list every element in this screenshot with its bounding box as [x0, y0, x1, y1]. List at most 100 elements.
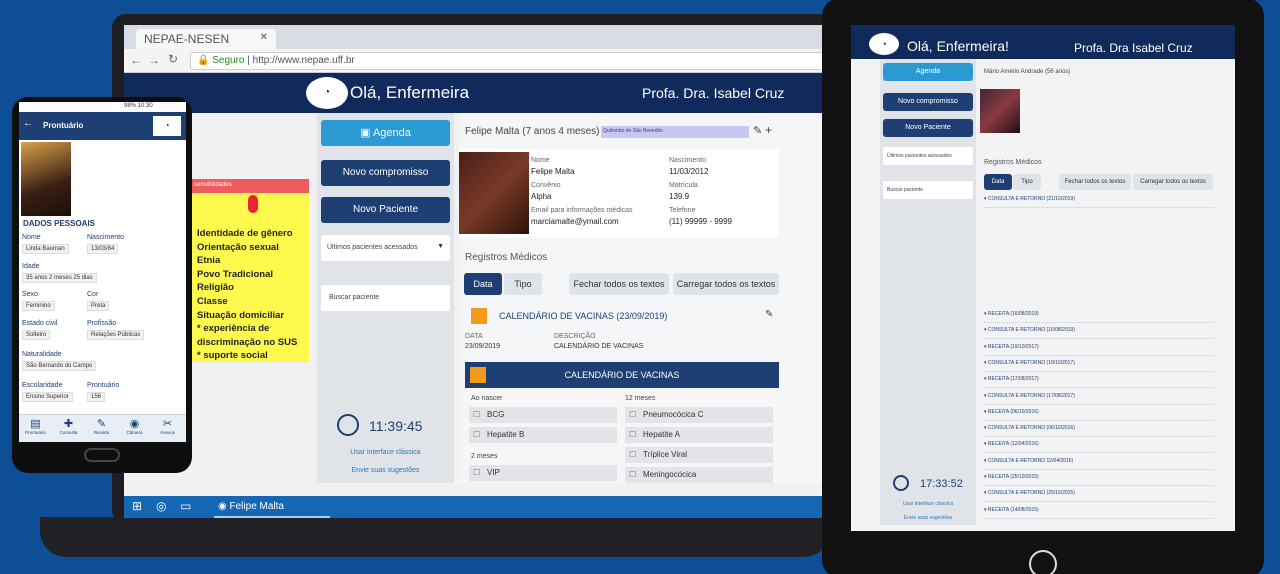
plus-icon[interactable]: +	[765, 123, 772, 137]
tablet-patient-title: Mário Amério Andrade (56 anos)	[984, 69, 1071, 75]
desc-label: DESCRIÇÃO	[554, 333, 596, 340]
vaccine-item[interactable]: ☐ Hepatite A	[625, 427, 773, 443]
record-label: RECEITA (16/08/2019)	[987, 311, 1039, 317]
record-row[interactable]: ▾ RECEITA (25/10/2015)	[984, 474, 1214, 486]
taskbar-app[interactable]: ◉ Felipe Malta	[214, 496, 330, 518]
tablet-search-input[interactable]: Buscar paciente	[883, 181, 973, 199]
back-icon[interactable]: ←	[130, 53, 142, 67]
nav-item-2[interactable]: ✎ Receita	[85, 417, 118, 435]
tab-type[interactable]: Tipo	[504, 273, 542, 295]
tablet-new-patient[interactable]: Novo Paciente	[883, 119, 973, 137]
tablet-agenda-button[interactable]: Agenda	[883, 63, 973, 81]
laptop-base	[40, 517, 830, 557]
recent-patients-select[interactable]: Últimos pacientes acessados ▼	[321, 235, 450, 261]
tablet-tab-date[interactable]: Data	[984, 174, 1012, 190]
tablet-home-button[interactable]	[1029, 550, 1057, 574]
checkbox-icon[interactable]: ☐	[473, 465, 480, 481]
vaccine-label: VIP	[487, 468, 500, 477]
email-value: marciamalte@ymail.com	[531, 217, 619, 226]
app-icon: ◉	[218, 501, 230, 512]
record-row[interactable]: ▾ RECEITA (06/10/2016)	[984, 409, 1214, 421]
record-row[interactable]: ▾ RECEITA (14/08/2015)	[984, 507, 1214, 519]
vaccine-item[interactable]: ☐ Meningocócica	[625, 467, 773, 483]
classic-ui-link[interactable]: Usar interface clássica	[317, 449, 454, 456]
record-row[interactable]: ▾ CONSULTA E RETORNO (17/08/2017)	[984, 393, 1214, 405]
record-row[interactable]: ▾ CONSULTA E RETORNO (19/10/2017)	[984, 360, 1214, 372]
task-view-icon[interactable]: ▭	[180, 499, 191, 513]
nav-item-3[interactable]: ◉ Câmera	[118, 417, 151, 435]
agreement-value: Alpha	[531, 192, 552, 201]
checkbox-icon[interactable]: ☐	[629, 427, 636, 443]
suggestions-link[interactable]: Envie suas sugestões	[317, 467, 454, 474]
vaccine-item[interactable]: ☐ Pneumocócica C	[625, 407, 773, 423]
url-input[interactable]: 🔒 Seguro | http://www.nepae.uff.br	[190, 52, 824, 70]
tablet-new-appointment[interactable]: Novo compromisso	[883, 93, 973, 111]
tablet-classic-link[interactable]: Usar interface clássica	[880, 501, 976, 507]
tab-date[interactable]: Data	[464, 273, 502, 295]
field-value: Relações Públicas	[87, 330, 145, 340]
tablet-tab-type[interactable]: Tipo	[1013, 174, 1041, 190]
home-button[interactable]	[84, 448, 120, 462]
record-label: CONSULTA E RETORNO (17/08/2017)	[987, 392, 1075, 399]
record-row[interactable]: ▾ CONSULTA E RETORNO (21/10/2019)	[984, 196, 1214, 208]
vaccine-label: Tríplice Viral	[643, 450, 688, 459]
record-row[interactable]: ▾ RECEITA (16/08/2019)	[984, 311, 1214, 323]
nav-item-4[interactable]: ✂ Anexos	[151, 417, 184, 435]
tablet-sidebar: Agenda Novo compromisso Novo Paciente Úl…	[880, 59, 976, 525]
nav-item-1[interactable]: ✚ Consulta	[52, 417, 85, 435]
search-patient-input[interactable]: Buscar paciente	[321, 285, 450, 311]
record-row[interactable]: ▾ CONSULTA E RETORNO (06/10/2016)	[984, 425, 1214, 438]
tablet-patient-photo	[980, 89, 1020, 133]
entry-color-square	[471, 308, 487, 324]
reload-icon[interactable]: ↻	[168, 52, 178, 66]
camera-icon: ◉	[129, 418, 140, 430]
pencil-icon[interactable]: ✎	[753, 124, 762, 137]
checkbox-icon[interactable]: ☐	[629, 467, 636, 483]
cortana-icon[interactable]: ◎	[156, 499, 166, 513]
edit-icon[interactable]: ✎	[765, 309, 773, 320]
forward-icon[interactable]: →	[148, 53, 160, 67]
vaccine-item[interactable]: ☐ VIP	[469, 465, 617, 481]
windows-icon[interactable]: ⊞	[132, 499, 142, 513]
field-label: Sexo	[22, 291, 38, 298]
back-arrow-icon[interactable]: ←	[23, 118, 33, 129]
record-label: CONSULTA E RETORNO (16/08/2019)	[987, 327, 1075, 334]
vaccine-item[interactable]: ☐ Hepatite B	[469, 427, 617, 443]
vaccine-item[interactable]: ☐ Tríplice Viral	[625, 447, 773, 463]
agenda-button[interactable]: ▣ Agenda	[321, 120, 450, 146]
checkbox-icon[interactable]: ☐	[473, 407, 480, 423]
new-appointment-button[interactable]: Novo compromisso	[321, 160, 450, 186]
close-icon[interactable]: ✕	[260, 32, 268, 43]
tablet-recent-select[interactable]: Últimos pacientes acessados	[883, 147, 973, 165]
sticky-lines: Identidade de gênero Orientação sexual Etn…	[197, 227, 307, 363]
tablet-clock: 17:33:52	[920, 478, 963, 490]
record-row[interactable]: ▾ CONSULTA E RETORNO 12/04/2016)	[984, 458, 1214, 470]
new-patient-button[interactable]: Novo Paciente	[321, 197, 450, 223]
vaccine-col2: ☐ Pneumocócica C ☐ Hepatite A ☐ Tríplice Vira…	[625, 407, 773, 487]
entry-title[interactable]: CALENDÁRIO DE VACINAS (23/09/2019)	[499, 311, 667, 321]
tablet-load-all[interactable]: Carregar todos os textos	[1133, 174, 1213, 190]
nav-item-0[interactable]: ▤ Prontuário	[19, 417, 52, 435]
url-text: http://www.nepae.uff.br	[252, 55, 355, 66]
vaccine-item[interactable]: ☐ BCG	[469, 407, 617, 423]
record-row[interactable]: ▾ CONSULTA E RETORNO (25/10/2015)	[984, 490, 1214, 503]
phone-header: ← Prontuário ◔	[19, 112, 186, 140]
laptop-screen: NEPAE-NESEN ✕ ← → ↻ 🔒 Seguro | http://www…	[124, 25, 824, 518]
checkbox-icon[interactable]: ☐	[629, 407, 636, 423]
load-all-button[interactable]: Carregar todos os textos	[673, 273, 779, 295]
records-title: Registros Médicos	[465, 252, 548, 263]
pin-icon	[248, 195, 258, 213]
close-all-button[interactable]: Fechar todos os textos	[569, 273, 669, 295]
checkbox-icon[interactable]: ☐	[473, 427, 480, 443]
person-photo	[21, 142, 71, 216]
browser-tab[interactable]: NEPAE-NESEN ✕	[136, 29, 276, 49]
tablet-close-all[interactable]: Fechar todos os textos	[1059, 174, 1131, 190]
record-row[interactable]: ▾ RECEITA (19/10/2017)	[984, 344, 1214, 356]
checkbox-icon[interactable]: ☐	[629, 447, 636, 463]
greeting: Olá, Enfermeira	[350, 83, 470, 102]
record-row[interactable]: ▾ RECEITA (17/08/2017)	[984, 376, 1214, 389]
tablet-suggest-link[interactable]: Envie suas sugestões	[880, 515, 976, 521]
patient-content: Felipe Malta (7 anos 4 meses) Quilombo d…	[459, 113, 824, 483]
record-row[interactable]: ▾ CONSULTA E RETORNO (16/08/2019)	[984, 327, 1214, 340]
record-row[interactable]: ▾ RECEITA (12/04/2016)	[984, 441, 1214, 454]
